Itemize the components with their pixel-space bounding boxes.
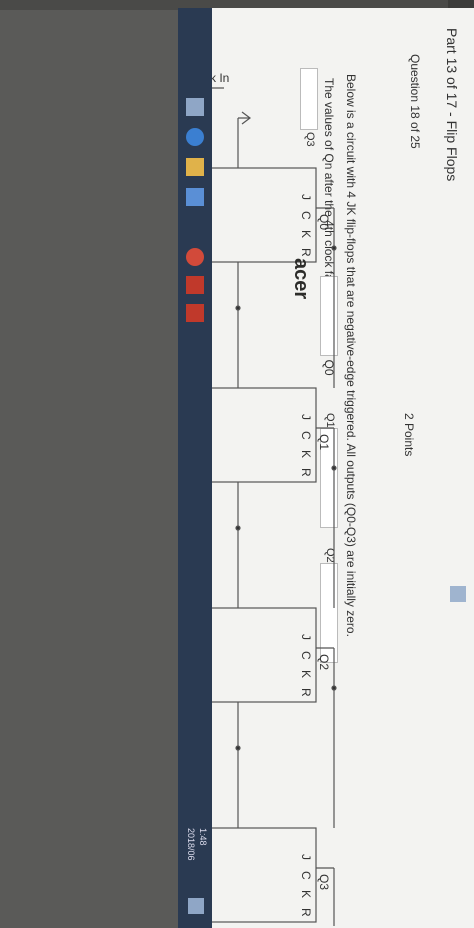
ff0-pin-r: R [299,248,313,257]
ff1-q-label: Q1 [317,434,331,450]
screen: Part 13 of 17 - Flip Flops Question 18 o… [178,8,474,928]
file-explorer-icon[interactable] [186,158,204,176]
clock-time: 1:48 [198,828,208,846]
ff3-q-label: Q3 [317,874,331,890]
ff0-pin-j: J [299,194,313,200]
ff2-pin-c: C [299,651,313,660]
app-icon[interactable] [186,276,204,294]
ff1-pin-c: C [299,431,313,440]
ff1-pin-j: J [299,414,313,420]
ff3-pin-k: K [299,890,313,898]
store-icon[interactable] [186,188,204,206]
ff3-pin-r: R [299,908,313,917]
ff0-pin-k: K [299,230,313,238]
ff2-pin-j: J [299,634,313,640]
flip-flop-circuit-diagram: Clock In J C K R Q0 J C [186,71,337,926]
ff2-q-label: Q2 [317,654,331,670]
task-view-icon[interactable] [186,98,204,116]
chrome-icon[interactable] [186,248,204,266]
ff3-pin-c: C [299,871,313,880]
clock-date: 2018/06 [186,828,196,861]
windows-logo-icon[interactable] [450,586,466,602]
ff1-pin-r: R [299,468,313,477]
acer-logo: acer [290,258,312,300]
photo-frame: Part 13 of 17 - Flip Flops Question 18 o… [0,0,474,928]
notification-icon[interactable] [188,898,204,914]
ff0-q-label: Q0 [317,214,331,230]
taskbar: 1:48 2018/06 [178,8,212,928]
ff2-pin-k: K [299,670,313,678]
ff2-pin-r: R [299,688,313,697]
ff1-pin-k: K [299,450,313,458]
ff3-pin-j: J [299,854,313,860]
app-icon-2[interactable] [186,304,204,322]
edge-browser-icon[interactable] [186,128,204,146]
ff0-pin-c: C [299,211,313,220]
